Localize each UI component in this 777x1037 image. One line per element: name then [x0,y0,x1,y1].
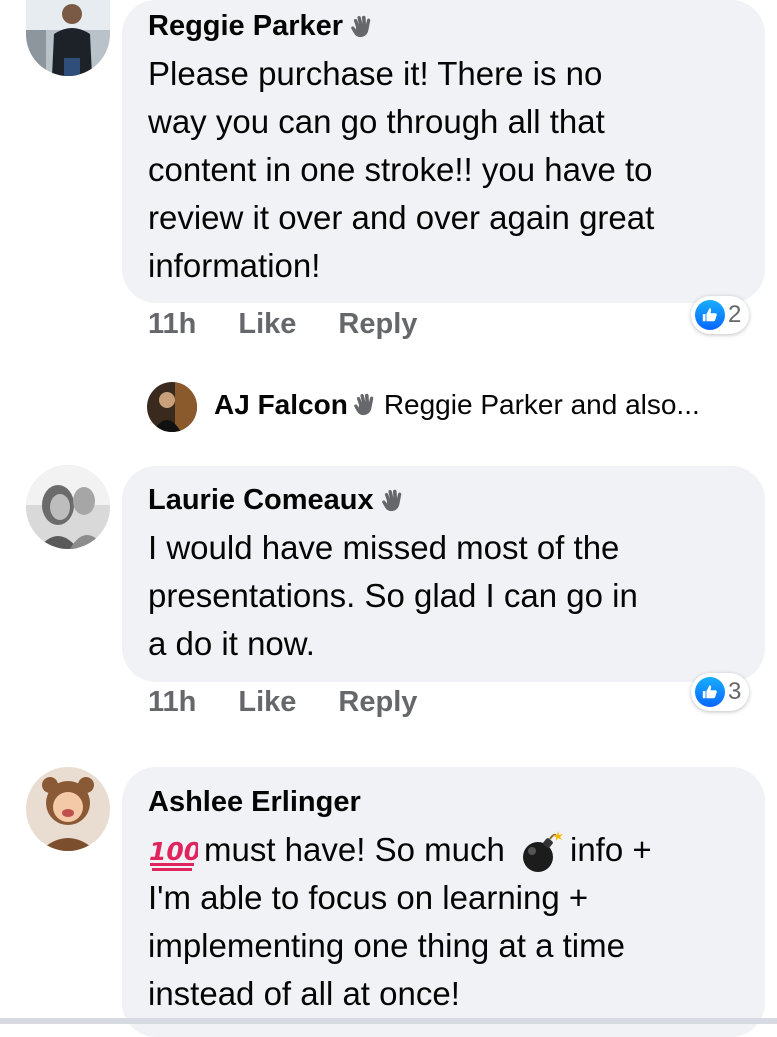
comment-line: information! [148,247,321,284]
reply-snippet: Reggie Parker and also... [383,389,700,420]
comment-line: presentations. So glad I can go in [148,577,638,614]
comment-line: a do it now. [148,625,315,662]
avatar-reggie-parker[interactable] [26,0,110,76]
reply-button[interactable]: Reply [338,686,417,719]
svg-text:100: 100 [149,837,198,866]
comment-line: I would have missed most of the [148,529,620,566]
comment-text-segment: must have! So much [204,831,505,868]
waving-hand-icon [349,13,375,39]
comment-text-segment: info + [569,831,652,868]
comment-author-row: Ashlee Erlinger [148,784,361,820]
bottom-divider [0,1018,777,1024]
comment-line: instead of all at once! [148,975,460,1012]
comment-author[interactable]: Reggie Parker [148,8,343,44]
like-icon [695,677,725,707]
reaction-count: 2 [728,301,742,328]
comment-line: implementing one thing at a time [148,927,625,964]
waving-hand-icon [380,487,406,513]
reaction-summary[interactable]: 3 [691,673,750,711]
comment-line: Please purchase it! There is no [148,55,603,92]
comment-actions: 11h Like Reply [148,308,417,341]
comment-line: I'm able to focus on learning + [148,879,589,916]
comment-line: content in one stroke!! you have to [148,151,653,188]
reply-button[interactable]: Reply [338,308,417,341]
reply-author[interactable]: AJ Falcon [214,389,348,421]
like-button[interactable]: Like [238,308,296,341]
comment-timestamp[interactable]: 11h [148,686,196,719]
like-button[interactable]: Like [238,686,296,719]
reaction-count: 3 [728,678,742,705]
comment-author-row: Laurie Comeaux [148,482,406,518]
comment-line: way you can go through all that [148,103,605,140]
avatar-laurie-comeaux[interactable] [26,465,110,549]
comment-timestamp[interactable]: 11h [148,308,196,341]
reaction-summary[interactable]: 2 [691,296,750,334]
comment-actions: 11h Like Reply [148,686,417,719]
avatar-aj-falcon[interactable] [147,382,197,432]
comment-author[interactable]: Ashlee Erlinger [148,784,361,820]
comment-author[interactable]: Laurie Comeaux [148,482,374,518]
waving-hand-icon [352,392,378,418]
avatar-ashlee-erlinger[interactable] [26,767,110,851]
comment-line: 100 must have! So much info + [148,826,652,875]
like-icon [695,300,725,330]
comment-author-row: Reggie Parker [148,8,375,44]
reply-preview[interactable]: AJ Falcon Reggie Parker and also... [214,389,700,421]
comment-line: review it over and over again great [148,199,655,236]
bomb-icon [518,829,564,875]
hundred-points-icon: 100 [148,832,201,872]
